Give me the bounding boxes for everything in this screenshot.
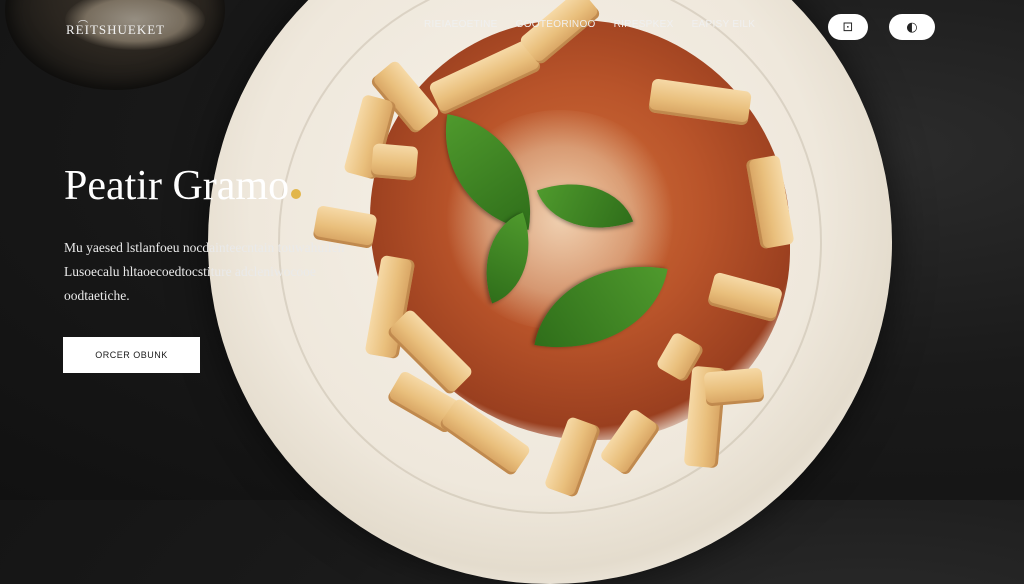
hero-headline: Peatir Gramo (64, 162, 302, 210)
account-button[interactable]: ◐ (889, 14, 935, 40)
nav-item-3[interactable]: RIRESPKEX (614, 19, 674, 30)
pasta-piece (703, 367, 765, 407)
pasta-piece (370, 143, 419, 181)
bag-icon: ⊡ (842, 19, 854, 35)
nav-item-4[interactable]: EAPISY EILK (692, 19, 756, 30)
main-nav: RIEIAEOETINE GOOTEORINOO RIRESPKEX EAPIS… (424, 19, 755, 30)
cart-button[interactable]: ⊡ (828, 14, 868, 40)
user-icon: ◐ (906, 19, 918, 35)
logo-icon: ︵ (78, 10, 100, 25)
nav-item-1[interactable]: RIEIAEOETINE (424, 19, 498, 30)
brand-logo[interactable]: REITSHUEKET (66, 22, 165, 38)
hero-headline-text: Peatir Gramo (64, 163, 290, 209)
nav-item-2[interactable]: GOOTEORINOO (516, 19, 596, 30)
hero-description: Mu yaesed lstlanfoeu nocdainteecntain to… (64, 240, 345, 303)
accent-dot-icon (291, 189, 302, 199)
background-bowl-image (5, 0, 225, 90)
order-button[interactable]: ORCER OBUNK (63, 337, 200, 373)
